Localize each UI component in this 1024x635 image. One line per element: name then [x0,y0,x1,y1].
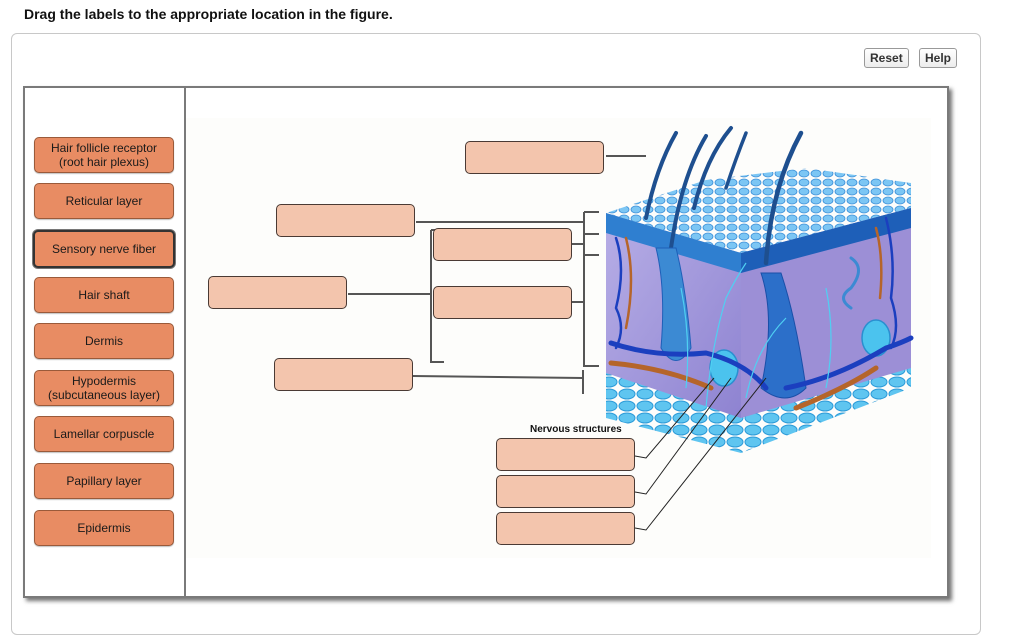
connector-nervous-3 [634,377,767,531]
label-epidermis[interactable]: Epidermis [34,510,174,546]
label-reticular-layer[interactable]: Reticular layer [34,183,174,219]
reset-button[interactable]: Reset [864,48,909,68]
drop-zone-lower-left[interactable] [274,358,413,391]
drop-zone-inner-upper[interactable] [433,228,572,261]
label-text: (subcutaneous layer) [47,388,161,402]
help-button[interactable]: Help [919,48,958,68]
connector-nervous-2 [634,377,732,495]
drop-zone-nervous-1[interactable] [496,438,635,471]
label-dermis[interactable]: Dermis [34,323,174,359]
label-bank: Hair follicle receptor (root hair plexus)… [25,88,186,596]
label-hair-shaft[interactable]: Hair shaft [34,277,174,313]
nervous-structures-title: Nervous structures [530,424,622,435]
drop-zone-far-left[interactable] [208,276,347,309]
label-lamellar-corpuscle[interactable]: Lamellar corpuscle [34,416,174,452]
label-text: (root hair plexus) [58,155,150,169]
bracket-outer-ticks [584,211,599,256]
workspace: Hair follicle receptor (root hair plexus)… [23,86,949,598]
connector-lower-left [412,375,584,379]
label-hypodermis[interactable]: Hypodermis (subcutaneous layer) [34,370,174,406]
label-text: Hair follicle receptor [50,141,158,155]
label-papillary-layer[interactable]: Papillary layer [34,463,174,499]
label-text: Hypodermis [71,374,137,388]
drop-zone-inner-lower[interactable] [433,286,572,319]
instruction-text: Drag the labels to the appropriate locat… [24,6,393,22]
drop-zone-hair[interactable] [465,141,604,174]
label-hair-follicle-receptor[interactable]: Hair follicle receptor (root hair plexus) [34,137,174,173]
bracket-outer [583,212,599,367]
drop-zone-nervous-3[interactable] [496,512,635,545]
drop-zone-nervous-2[interactable] [496,475,635,508]
label-sensory-nerve-fiber[interactable]: Sensory nerve fiber [33,230,175,268]
figure-area: Nervous structures [186,88,947,596]
drop-zone-upper-left[interactable] [276,204,415,237]
